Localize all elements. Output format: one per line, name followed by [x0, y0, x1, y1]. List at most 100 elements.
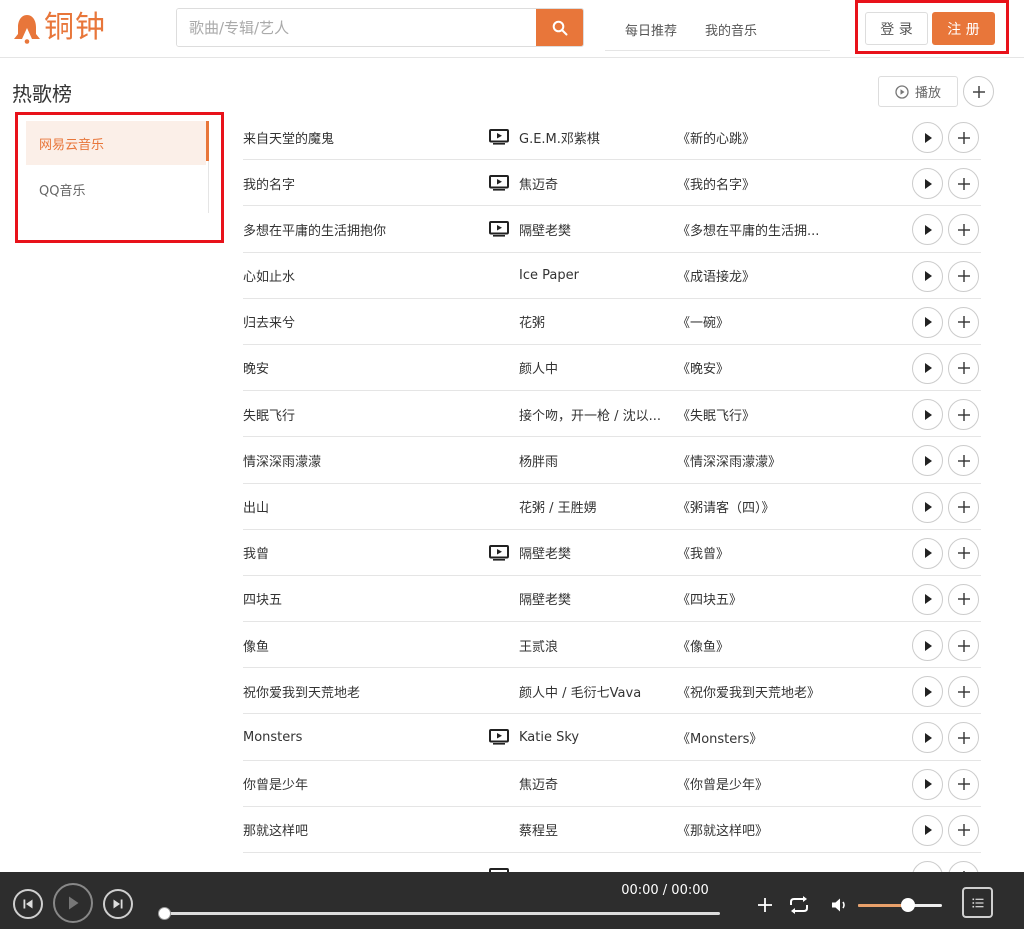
- add-song-button[interactable]: [948, 861, 979, 872]
- song-artist[interactable]: 花粥: [519, 299, 669, 345]
- song-title[interactable]: 四块五: [243, 576, 483, 622]
- song-title[interactable]: 多想在平庸的生活拥抱你: [243, 206, 483, 252]
- add-song-button[interactable]: [948, 768, 979, 800]
- song-artist[interactable]: 蔡程昱: [519, 807, 669, 853]
- search-button[interactable]: [536, 9, 583, 46]
- nav-my-music[interactable]: 我的音乐: [705, 20, 757, 39]
- add-song-button[interactable]: [948, 722, 979, 754]
- play-song-button[interactable]: [912, 676, 943, 708]
- song-row[interactable]: 来自天堂的魔鬼 G.E.M.邓紫棋 《新的心跳》: [243, 114, 981, 161]
- song-title[interactable]: 我曾: [243, 530, 483, 576]
- add-song-button[interactable]: [948, 583, 979, 615]
- song-album[interactable]: 《那就这样吧》: [677, 807, 837, 853]
- nav-daily-recommend[interactable]: 每日推荐: [625, 20, 677, 39]
- play-song-button[interactable]: [912, 168, 943, 200]
- song-artist[interactable]: 隔壁老樊: [519, 206, 669, 252]
- song-artist[interactable]: 隔壁老樊: [519, 530, 669, 576]
- mv-cell[interactable]: [489, 530, 511, 576]
- add-song-button[interactable]: [948, 399, 979, 431]
- song-row[interactable]: 情深深雨濛濛 杨胖雨 《情深深雨濛濛》: [243, 437, 981, 484]
- add-song-button[interactable]: [948, 306, 979, 338]
- song-title[interactable]: 来自天堂的魔鬼: [243, 114, 483, 160]
- song-album[interactable]: 《我的名字》: [677, 160, 837, 206]
- song-artist[interactable]: 王贰浪: [519, 622, 669, 668]
- progress-handle[interactable]: [158, 907, 171, 920]
- song-row[interactable]: 我曾 隔壁老樊 《我曾》: [243, 530, 981, 576]
- add-song-button[interactable]: [948, 214, 979, 246]
- add-to-playlist-button[interactable]: [754, 894, 776, 916]
- play-button[interactable]: [53, 883, 93, 923]
- song-title[interactable]: 情深深雨濛濛: [243, 437, 483, 483]
- song-artist[interactable]: 花粥 / 王胜娚: [519, 484, 669, 530]
- song-album[interactable]: 《情深深雨濛濛》: [677, 437, 837, 483]
- sidebar-item-netease[interactable]: 网易云音乐: [26, 121, 206, 165]
- song-artist[interactable]: 杨胖雨: [519, 437, 669, 483]
- song-album[interactable]: 《新的心跳》: [677, 114, 837, 160]
- add-song-button[interactable]: [948, 676, 979, 708]
- song-row[interactable]: 那就这样吧 蔡程昱 《那就这样吧》: [243, 807, 981, 853]
- song-row[interactable]: 像鱼 王贰浪 《像鱼》: [243, 622, 981, 669]
- song-title[interactable]: [243, 853, 483, 872]
- song-artist[interactable]: 焦迈奇: [519, 761, 669, 807]
- playlist-button[interactable]: [962, 887, 993, 918]
- add-song-button[interactable]: [948, 630, 979, 662]
- mv-cell[interactable]: [489, 714, 511, 760]
- volume-slider[interactable]: [858, 904, 942, 907]
- mv-cell[interactable]: [489, 114, 511, 160]
- song-row[interactable]: 心如止水 Ice Paper 《成语接龙》: [243, 253, 981, 299]
- song-title[interactable]: 心如止水: [243, 253, 483, 299]
- add-song-button[interactable]: [948, 537, 979, 569]
- play-song-button[interactable]: [912, 399, 943, 431]
- song-album[interactable]: 《像鱼》: [677, 622, 837, 668]
- song-row[interactable]: 晚安 颜人中 《晚安》: [243, 345, 981, 392]
- play-song-button[interactable]: [912, 722, 943, 754]
- add-song-button[interactable]: [948, 260, 979, 292]
- song-album[interactable]: [677, 853, 837, 872]
- progress-track[interactable]: [164, 912, 720, 915]
- mv-cell[interactable]: [489, 206, 511, 252]
- play-song-button[interactable]: [912, 122, 943, 153]
- song-artist[interactable]: 接个吻，开一枪 / 沈以...: [519, 391, 669, 437]
- next-button[interactable]: [103, 889, 133, 919]
- song-artist[interactable]: [519, 853, 669, 872]
- volume-button[interactable]: [830, 895, 850, 915]
- play-song-button[interactable]: [912, 260, 943, 292]
- song-artist[interactable]: Katie Sky: [519, 714, 669, 760]
- song-row[interactable]: 你曾是少年 焦迈奇 《你曾是少年》: [243, 761, 981, 807]
- register-button[interactable]: 注 册: [932, 12, 995, 45]
- song-album[interactable]: 《祝你爱我到天荒地老》: [677, 668, 837, 714]
- song-album[interactable]: 《粥请客（四）》: [677, 484, 837, 530]
- add-all-button[interactable]: [963, 76, 994, 107]
- song-album[interactable]: 《失眠飞行》: [677, 391, 837, 437]
- song-album[interactable]: 《Monsters》: [677, 714, 837, 760]
- song-title[interactable]: 那就这样吧: [243, 807, 483, 853]
- song-album[interactable]: 《一碗》: [677, 299, 837, 345]
- song-row[interactable]: 出山 花粥 / 王胜娚 《粥请客（四）》: [243, 484, 981, 530]
- song-row[interactable]: Monsters Katie Sky 《Monsters》: [243, 714, 981, 761]
- play-song-button[interactable]: [912, 861, 943, 872]
- search-input[interactable]: [177, 9, 536, 46]
- song-artist[interactable]: 颜人中: [519, 345, 669, 391]
- play-song-button[interactable]: [912, 537, 943, 569]
- song-artist[interactable]: Ice Paper: [519, 253, 669, 299]
- play-song-button[interactable]: [912, 491, 943, 523]
- song-title[interactable]: 我的名字: [243, 160, 483, 206]
- play-song-button[interactable]: [912, 445, 943, 477]
- add-song-button[interactable]: [948, 168, 979, 200]
- song-album[interactable]: 《我曾》: [677, 530, 837, 576]
- add-song-button[interactable]: [948, 491, 979, 523]
- song-artist[interactable]: 焦迈奇: [519, 160, 669, 206]
- song-album[interactable]: 《你曾是少年》: [677, 761, 837, 807]
- song-row[interactable]: [243, 853, 981, 872]
- song-artist[interactable]: 颜人中 / 毛衍七Vava: [519, 668, 669, 714]
- song-title[interactable]: 你曾是少年: [243, 761, 483, 807]
- song-row[interactable]: 我的名字 焦迈奇 《我的名字》: [243, 160, 981, 207]
- play-song-button[interactable]: [912, 352, 943, 384]
- song-album[interactable]: 《成语接龙》: [677, 253, 837, 299]
- song-row[interactable]: 归去来兮 花粥 《一碗》: [243, 299, 981, 345]
- song-title[interactable]: Monsters: [243, 714, 483, 760]
- song-artist[interactable]: G.E.M.邓紫棋: [519, 114, 669, 160]
- mv-cell[interactable]: [489, 853, 511, 872]
- song-row[interactable]: 四块五 隔壁老樊 《四块五》: [243, 576, 981, 623]
- play-song-button[interactable]: [912, 768, 943, 800]
